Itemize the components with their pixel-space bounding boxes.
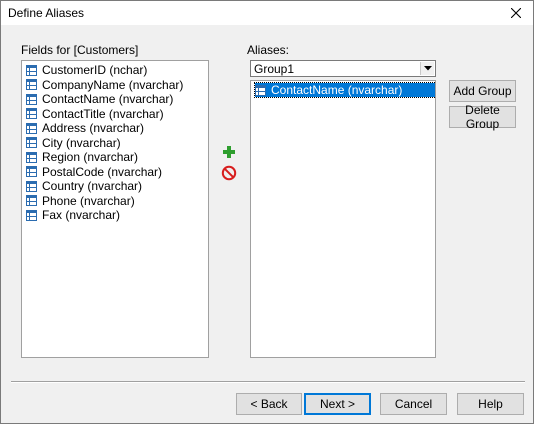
list-item[interactable]: PostalCode (nvarchar): [26, 165, 162, 179]
group-select[interactable]: Group1: [250, 60, 436, 77]
list-item-label: Country (nvarchar): [42, 179, 143, 193]
field-icon: [26, 180, 37, 192]
footer-separator: [11, 381, 525, 383]
field-icon: [26, 195, 37, 206]
field-icon: [26, 93, 37, 105]
group-select-value: Group1: [254, 62, 295, 76]
list-item-label: Region (nvarchar): [42, 150, 139, 164]
field-icon: [255, 84, 266, 96]
delete-group-button[interactable]: Delete Group: [449, 103, 516, 131]
field-icon: [26, 166, 37, 177]
list-item[interactable]: Country (nvarchar): [26, 179, 142, 193]
field-icon: [26, 79, 37, 90]
fields-listbox[interactable]: CustomerID (nchar) CompanyName (nvarchar)…: [21, 60, 209, 358]
list-item[interactable]: CompanyName (nvarchar): [26, 78, 183, 92]
list-item[interactable]: ContactName (nvarchar): [26, 92, 173, 106]
list-item-label: CustomerID (nchar): [42, 63, 148, 77]
list-item[interactable]: City (nvarchar): [26, 136, 121, 150]
add-to-alias-icon[interactable]: [222, 145, 236, 159]
list-item-label: Fax (nvarchar): [42, 208, 121, 222]
list-item-label: PostalCode (nvarchar): [42, 164, 163, 179]
list-item-label: CompanyName (nvarchar): [42, 77, 184, 92]
window-title: Define Aliases: [8, 6, 85, 20]
list-item-label: Phone (nvarchar): [42, 193, 135, 208]
field-icon: [26, 122, 37, 134]
list-item-label: ContactTitle (nvarchar): [42, 106, 164, 121]
list-item-label: ContactName (nvarchar): [271, 83, 403, 97]
list-item-label: City (nvarchar): [42, 135, 121, 150]
list-item-label: ContactName (nvarchar): [42, 92, 174, 106]
next-button[interactable]: Next >: [304, 393, 371, 415]
back-button[interactable]: < Back: [236, 393, 302, 415]
remove-from-alias-icon[interactable]: [221, 165, 237, 181]
list-item[interactable]: Region (nvarchar): [26, 150, 138, 164]
title-bar: Define Aliases: [1, 1, 533, 25]
field-icon: [26, 209, 37, 221]
list-item[interactable]: ContactTitle (nvarchar): [26, 107, 164, 121]
list-item[interactable]: ContactName (nvarchar): [253, 82, 435, 98]
list-item[interactable]: Fax (nvarchar): [26, 208, 120, 222]
field-icon: [26, 137, 37, 148]
list-item[interactable]: CustomerID (nchar): [26, 63, 147, 77]
aliases-label: Aliases:: [247, 43, 290, 57]
fields-label: Fields for [Customers]: [21, 43, 139, 57]
list-item[interactable]: Phone (nvarchar): [26, 194, 135, 208]
help-button[interactable]: Help: [457, 393, 524, 415]
list-item-label: Address (nvarchar): [42, 121, 145, 135]
aliases-listbox[interactable]: ContactName (nvarchar): [250, 80, 436, 358]
field-icon: [26, 151, 37, 163]
chevron-down-icon[interactable]: [420, 62, 434, 75]
cancel-button[interactable]: Cancel: [380, 393, 447, 415]
field-icon: [26, 108, 37, 119]
field-icon: [26, 64, 37, 76]
add-group-button[interactable]: Add Group: [449, 80, 516, 102]
list-item[interactable]: Address (nvarchar): [26, 121, 144, 135]
close-icon[interactable]: [499, 1, 533, 25]
define-aliases-dialog: Define Aliases Fields for [Customers] Cu…: [0, 0, 534, 424]
